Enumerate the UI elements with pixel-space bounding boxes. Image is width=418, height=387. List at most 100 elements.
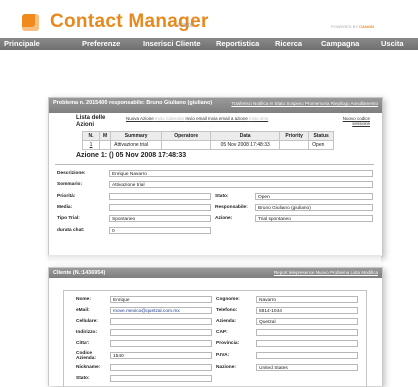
col-priority: Priority xyxy=(279,131,310,141)
powered-brand: CANON xyxy=(359,24,374,29)
priorita-field[interactable] xyxy=(109,193,211,200)
nav-ricerca[interactable]: Ricerca xyxy=(275,39,302,48)
nav-inserisci-cliente[interactable]: Inserisci Cliente xyxy=(143,39,201,48)
provincia-label: Provincia: xyxy=(216,341,240,346)
media-field[interactable] xyxy=(109,204,211,211)
row-priority xyxy=(279,140,310,150)
lista-azioni-links: Nuova Azione Invio Calendar Invio email … xyxy=(126,116,268,121)
problem-actions-links[interactable]: Trasferisci Notifica In Stato Sospeso Pr… xyxy=(228,101,378,107)
stato-cliente-label: Stato: xyxy=(76,376,90,381)
app-title: Contact Manager xyxy=(50,11,209,32)
priorita-label: Priorità: xyxy=(57,194,76,199)
lista-azioni-title: Lista delle Azioni xyxy=(76,115,106,128)
durata-chat-field[interactable]: 0 xyxy=(109,227,211,234)
tipo-trial-label: Tipo Trial: xyxy=(57,216,80,221)
app-version: 4.00.00 xyxy=(177,23,194,29)
row-data: 05 Nov 2008 17:48:33 xyxy=(210,140,281,150)
table-row[interactable]: 1 Attivazione trial 05 Nov 2008 17:48:33… xyxy=(82,140,335,150)
tipo-trial-field[interactable]: Spontaneo xyxy=(109,215,211,222)
col-summary: Summary xyxy=(110,131,163,141)
row-m xyxy=(98,140,112,150)
azione-title: Azione 1: () 05 Nov 2008 17:48:33 xyxy=(76,152,187,159)
invio-calendar-link[interactable]: Invio Calendar xyxy=(155,116,184,121)
piva-field[interactable] xyxy=(256,352,358,359)
nav-reportistica[interactable]: Reportistica xyxy=(216,39,259,48)
responsabile-label: Responsabile: xyxy=(215,205,248,210)
cap-label: CAP: xyxy=(216,330,228,335)
powered-by-label: POWERED BY xyxy=(331,24,359,29)
cognome-label: Cognome: xyxy=(216,297,240,302)
nuovo-codice-sessione-link[interactable]: Nuovo codice sessione xyxy=(340,116,370,126)
invio-sms-link[interactable]: Invio sms xyxy=(249,116,268,121)
indirizzo-label: Indirizzo: xyxy=(76,330,98,335)
panel-gap xyxy=(48,255,381,263)
media-label: Media: xyxy=(57,205,73,210)
row-operatore xyxy=(161,140,212,150)
invia-email-azione-link[interactable]: Invia email a azione xyxy=(208,116,248,121)
cognome-field[interactable]: Navarro xyxy=(256,296,358,303)
azione-label: Azione: xyxy=(215,216,233,221)
powered-by: POWERED BY CANON xyxy=(331,24,374,29)
nazione-label: Nazione: xyxy=(216,365,236,370)
client-panel-header: Cliente (N.:1436954) Report telepresence… xyxy=(49,268,382,278)
app-header: Contact Manager 4.00.00 POWERED BY CANON xyxy=(0,0,418,38)
actions-table: N. M Summary Operatore Data Priority Sta… xyxy=(82,131,335,150)
invio-email-link[interactable]: Invio email xyxy=(185,116,207,121)
col-operatore: Operatore xyxy=(161,131,212,141)
sommario-field[interactable]: Attivazione trial xyxy=(109,181,373,188)
cap-field[interactable] xyxy=(256,329,358,336)
problem-panel: Problema n. 2015400 responsabile: Bruno … xyxy=(48,97,383,257)
email-label: eMail: xyxy=(76,308,90,313)
codice-azienda-label: Codice Azienda: xyxy=(76,351,96,361)
piva-label: P.IVA: xyxy=(216,353,230,358)
row-summary: Attivazione trial xyxy=(110,140,163,150)
contact-manager-app: Contact Manager 4.00.00 POWERED BY CANON… xyxy=(0,0,418,387)
indirizzo-field[interactable] xyxy=(110,329,212,336)
col-n: N. xyxy=(82,131,100,141)
azione-field[interactable]: Trial spontaneo xyxy=(255,215,373,222)
cellulare-field[interactable] xyxy=(110,318,212,325)
client-fields-box xyxy=(63,290,367,387)
actions-table-header: N. M Summary Operatore Data Priority Sta… xyxy=(82,131,335,141)
nav-campagna[interactable]: Campagna xyxy=(321,39,359,48)
azienda-field[interactable]: Quetzal xyxy=(256,318,358,325)
descrizione-label: Descrizione: xyxy=(57,171,86,176)
row-status: Open xyxy=(308,140,335,150)
col-m: M xyxy=(98,131,112,141)
client-panel: Cliente (N.:1436954) Report telepresence… xyxy=(48,267,383,387)
app-logo-icon xyxy=(22,14,39,31)
telefono-label: Telefono: xyxy=(216,308,238,313)
sommario-label: Sommario: xyxy=(57,182,83,187)
email-field[interactable]: move.mexico@quetzal.com.mx xyxy=(110,307,212,314)
problem-title: Problema n. 2015400 responsabile: Bruno … xyxy=(53,100,213,106)
row-number-link[interactable]: 1 xyxy=(82,140,100,150)
stato-field[interactable]: Open xyxy=(255,193,373,200)
nome-field[interactable]: Enrique xyxy=(110,296,212,303)
responsabile-field[interactable]: Bruno Giuliano (giuliano) xyxy=(255,204,373,211)
stato-cliente-field[interactable] xyxy=(110,375,212,382)
nav-uscita[interactable]: Uscita xyxy=(381,39,404,48)
citta-field[interactable] xyxy=(110,340,212,347)
client-actions-links[interactable]: Report telepresence Nuovo Problema Lista… xyxy=(188,270,378,276)
codice-azienda-field[interactable]: 1540 xyxy=(110,352,212,359)
cellulare-label: Cellulare: xyxy=(76,319,98,324)
col-status: Status xyxy=(308,131,335,141)
azienda-label: Azienda: xyxy=(216,319,236,324)
col-data: Data xyxy=(210,131,281,141)
divider xyxy=(55,164,374,165)
telefono-field[interactable]: 5814-1044 xyxy=(256,307,358,314)
descrizione-field[interactable]: Enrique Navarro xyxy=(109,170,373,177)
problem-panel-header: Problema n. 2015400 responsabile: Bruno … xyxy=(49,98,382,113)
main-nav: Principale Preferenze Inserisci Cliente … xyxy=(0,38,418,50)
durata-chat-label: durata chat: xyxy=(57,228,85,233)
provincia-field[interactable] xyxy=(256,340,358,347)
nickname-label: Nickname: xyxy=(76,365,101,370)
nav-preferenze[interactable]: Preferenze xyxy=(82,39,120,48)
nickname-field[interactable] xyxy=(110,364,212,371)
nazione-field[interactable]: United States xyxy=(256,364,358,371)
nome-label: Nome: xyxy=(76,297,91,302)
citta-label: Citta': xyxy=(76,341,90,346)
nav-principale[interactable]: Principale xyxy=(4,39,40,48)
nuova-azione-link[interactable]: Nuova Azione xyxy=(126,116,154,121)
stato-label: Stato: xyxy=(215,194,229,199)
